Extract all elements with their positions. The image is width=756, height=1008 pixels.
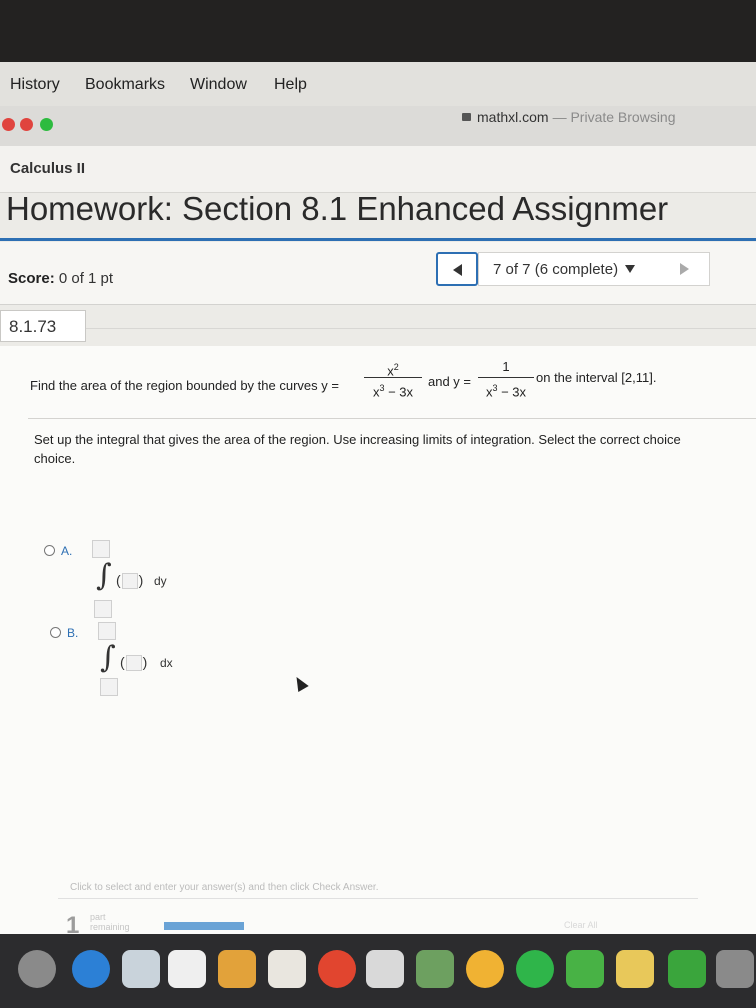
frac2-den-rest: − 3x xyxy=(497,384,527,400)
photos-icon[interactable] xyxy=(466,950,504,988)
mail-icon[interactable] xyxy=(122,950,160,988)
question-number: 8.1.73 xyxy=(9,317,57,336)
fraction-y1: x2 x3 − 3x xyxy=(364,358,422,400)
minimize-window-button[interactable] xyxy=(20,118,33,131)
fraction-y2-denominator: x3 − 3x xyxy=(478,379,534,400)
private-browsing-label: — Private Browsing xyxy=(552,109,676,125)
textedit-icon[interactable] xyxy=(366,950,404,988)
clear-all-button[interactable]: Clear All xyxy=(564,920,598,930)
previous-question-button[interactable] xyxy=(436,252,478,286)
score-value: 0 of 1 pt xyxy=(58,270,114,287)
fraction-bar xyxy=(478,377,534,378)
option-a[interactable]: A. xyxy=(44,544,72,558)
numbers-icon[interactable] xyxy=(668,950,706,988)
browser-toolbar: mathxl.com — Private Browsing xyxy=(0,106,756,147)
setup-instructions: Set up the integral that gives the area … xyxy=(34,430,756,468)
option-a-differential: dy xyxy=(154,574,167,588)
option-a-upper-limit[interactable] xyxy=(92,540,110,558)
maps-icon[interactable] xyxy=(416,950,454,988)
setup-line-2: choice. xyxy=(34,451,76,466)
question-number-box: 8.1.73 xyxy=(0,310,86,342)
menu-bar: History Bookmarks Window Help xyxy=(0,62,756,107)
notes-icon[interactable] xyxy=(218,950,256,988)
chrome-icon[interactable] xyxy=(318,950,356,988)
bezel-top xyxy=(0,0,756,62)
and-text: and y = xyxy=(428,374,472,389)
menu-history[interactable]: History xyxy=(10,76,60,94)
frac1-den-rest: − 3x xyxy=(384,384,414,400)
facetime-icon[interactable] xyxy=(566,950,604,988)
pages-icon[interactable] xyxy=(616,950,654,988)
menu-window[interactable]: Window xyxy=(190,76,247,94)
option-b-radio[interactable] xyxy=(50,627,61,638)
course-bar: Calculus II xyxy=(0,146,756,193)
parts-remaining-count: 1 xyxy=(66,912,80,934)
integral-sign-icon: ∫ xyxy=(100,640,116,675)
option-a-radio[interactable] xyxy=(44,545,55,556)
progress-bar xyxy=(164,922,244,930)
integral-sign-icon: ∫ xyxy=(96,558,112,593)
option-b-upper-limit[interactable] xyxy=(98,622,116,640)
mouse-cursor-icon xyxy=(291,673,309,693)
score-label: Score: xyxy=(8,270,55,287)
question-content: Find the area of the region bounded by t… xyxy=(0,346,756,934)
messages-icon[interactable] xyxy=(516,950,554,988)
option-a-integrand-input[interactable] xyxy=(121,573,138,590)
parts-label-2: remaining xyxy=(90,922,130,932)
option-a-lower-limit[interactable] xyxy=(94,600,112,618)
safari-icon[interactable] xyxy=(72,950,110,988)
option-b[interactable]: B. xyxy=(50,626,78,640)
option-b-differential: dx xyxy=(160,656,173,670)
menu-bookmarks[interactable]: Bookmarks xyxy=(85,76,165,94)
interval-text: on the interval [2,11]. xyxy=(536,370,657,385)
homework-title: Homework: Section 8.1 Enhanced Assignmer xyxy=(6,190,669,227)
option-b-integrand[interactable]: () xyxy=(120,654,147,672)
fraction-y2: 1 x3 − 3x xyxy=(478,358,534,400)
screen: History Bookmarks Window Help mathxl.com… xyxy=(0,62,756,934)
option-a-label: A. xyxy=(61,544,73,558)
prompt-divider xyxy=(28,418,756,419)
option-b-label: B. xyxy=(67,626,79,640)
address-bar[interactable]: mathxl.com — Private Browsing xyxy=(462,109,676,125)
keynote-icon[interactable] xyxy=(716,950,754,988)
zoom-window-button[interactable] xyxy=(40,118,53,131)
fraction-y1-denominator: x3 − 3x xyxy=(364,379,422,400)
score: Score: 0 of 1 pt xyxy=(8,270,113,287)
fraction-y1-numerator: x2 xyxy=(364,358,422,378)
url-text: mathxl.com xyxy=(477,109,549,125)
parts-remaining-label: part remaining xyxy=(90,912,130,932)
setup-line-1: Set up the integral that gives the area … xyxy=(34,432,681,447)
lock-icon xyxy=(462,113,471,121)
question-divider xyxy=(86,328,756,329)
menu-help[interactable]: Help xyxy=(274,76,307,94)
footer-divider xyxy=(58,898,698,899)
score-row: Score: 0 of 1 pt 7 of 7 (6 complete) xyxy=(0,242,756,305)
question-position-text: 7 of 7 (6 complete) xyxy=(493,261,619,278)
option-a-integrand[interactable]: () xyxy=(116,572,143,590)
fraction-y2-numerator: 1 xyxy=(502,359,510,374)
frac1-num-exp: 2 xyxy=(393,362,399,372)
question-selector[interactable]: 7 of 7 (6 complete) xyxy=(478,252,710,286)
next-question-icon[interactable] xyxy=(680,263,689,275)
option-b-integrand-input[interactable] xyxy=(125,655,142,672)
reminders-icon[interactable] xyxy=(268,950,306,988)
launchpad-icon[interactable] xyxy=(18,950,56,988)
title-divider xyxy=(0,238,756,241)
dropdown-arrow-icon xyxy=(625,265,636,273)
course-title: Calculus II xyxy=(10,160,86,177)
close-window-button[interactable] xyxy=(2,118,15,131)
calendar-icon[interactable] xyxy=(168,950,206,988)
question-position: 7 of 7 (6 complete) xyxy=(493,261,636,278)
chevron-left-icon xyxy=(453,264,462,276)
dock xyxy=(0,934,756,1008)
option-b-lower-limit[interactable] xyxy=(100,678,118,696)
parts-label-1: part xyxy=(90,912,106,922)
answer-instruction: Click to select and enter your answer(s)… xyxy=(70,882,379,893)
question-prompt: Find the area of the region bounded by t… xyxy=(30,378,339,393)
